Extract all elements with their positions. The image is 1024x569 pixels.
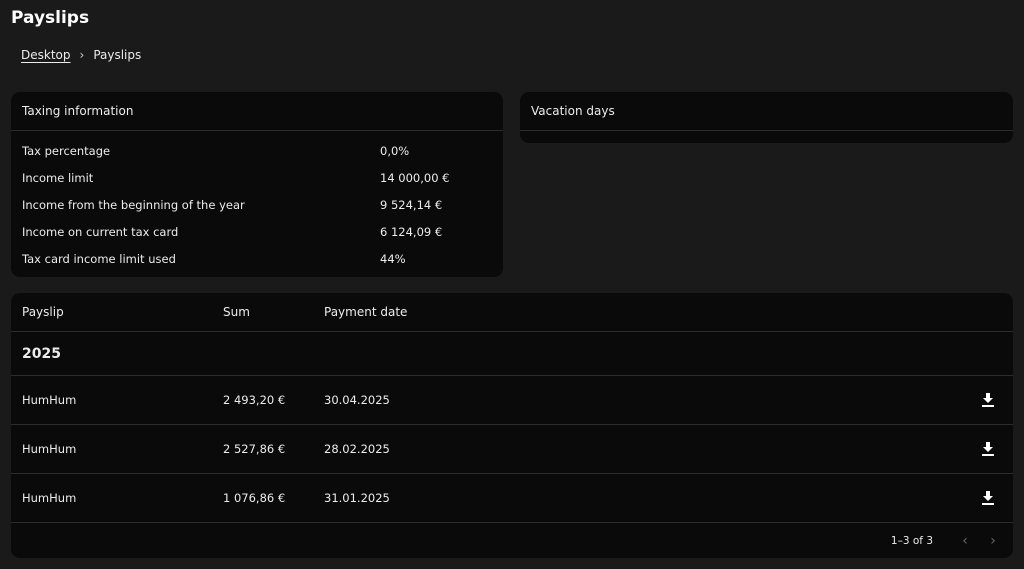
payslip-date: 30.04.2025 (324, 393, 390, 407)
prev-page-button[interactable]: ‹ (951, 527, 979, 555)
payslip-sum: 2 493,20 € (223, 393, 286, 407)
taxing-information-list: Tax percentage 0,0% Income limit 14 000,… (11, 131, 503, 272)
chevron-left-icon: ‹ (962, 533, 968, 549)
tax-row-value: 6 124,09 € (380, 224, 443, 239)
tax-row-value: 0,0% (380, 143, 410, 158)
breadcrumb-separator-icon: › (79, 48, 85, 62)
column-header-sum: Sum (223, 305, 250, 319)
breadcrumb-current: Payslips (93, 48, 142, 62)
payslip-name: HumHum (22, 491, 77, 505)
download-icon (982, 442, 994, 456)
download-button[interactable] (972, 433, 1004, 465)
download-icon (982, 393, 994, 407)
payslip-date: 28.02.2025 (324, 442, 390, 456)
payslip-sum: 1 076,86 € (223, 491, 286, 505)
table-row: HumHum 2 493,20 € 30.04.2025 (11, 376, 1013, 425)
pagination-range: 1–3 of 3 (890, 535, 933, 547)
tax-row-label: Income limit (22, 170, 94, 185)
table-header: Payslip Sum Payment date (11, 293, 1013, 332)
tax-row-label: Tax card income limit used (22, 251, 176, 266)
tax-row: Income limit 14 000,00 € (11, 164, 503, 191)
tax-row-label: Tax percentage (22, 143, 111, 158)
chevron-right-icon: › (990, 533, 996, 549)
taxing-information-card: Taxing information Tax percentage 0,0% I… (11, 92, 503, 277)
payslip-name: HumHum (22, 442, 77, 456)
next-page-button[interactable]: › (979, 527, 1007, 555)
tax-row-value: 9 524,14 € (380, 197, 443, 212)
taxing-information-title: Taxing information (11, 92, 503, 131)
tax-row: Income from the beginning of the year 9 … (11, 191, 503, 218)
tax-row-value: 44% (380, 251, 406, 266)
column-header-payment-date: Payment date (324, 305, 408, 319)
table-row: HumHum 2 527,86 € 28.02.2025 (11, 425, 1013, 474)
payslip-sum: 2 527,86 € (223, 442, 286, 456)
breadcrumb-link-desktop[interactable]: Desktop (21, 48, 71, 62)
page-title: Payslips (11, 8, 90, 28)
table-row: HumHum 1 076,86 € 31.01.2025 (11, 474, 1013, 523)
pagination: 1–3 of 3 ‹ › (11, 523, 1013, 559)
download-button[interactable] (972, 384, 1004, 416)
column-header-payslip: Payslip (22, 305, 64, 319)
tax-row-label: Income on current tax card (22, 224, 179, 239)
payslips-table: Payslip Sum Payment date 2025 HumHum 2 4… (11, 293, 1013, 558)
download-button[interactable] (972, 482, 1004, 514)
year-group-header: 2025 (11, 332, 1013, 376)
tax-row: Tax card income limit used 44% (11, 245, 503, 272)
tax-row-value: 14 000,00 € (380, 170, 450, 185)
vacation-days-title: Vacation days (520, 92, 1013, 131)
vacation-days-card: Vacation days (520, 92, 1013, 143)
tax-row: Income on current tax card 6 124,09 € (11, 218, 503, 245)
breadcrumb: Desktop › Payslips (21, 48, 141, 62)
tax-row-label: Income from the beginning of the year (22, 197, 245, 212)
payslip-date: 31.01.2025 (324, 491, 390, 505)
tax-row: Tax percentage 0,0% (11, 137, 503, 164)
payslip-name: HumHum (22, 393, 77, 407)
download-icon (982, 491, 994, 505)
